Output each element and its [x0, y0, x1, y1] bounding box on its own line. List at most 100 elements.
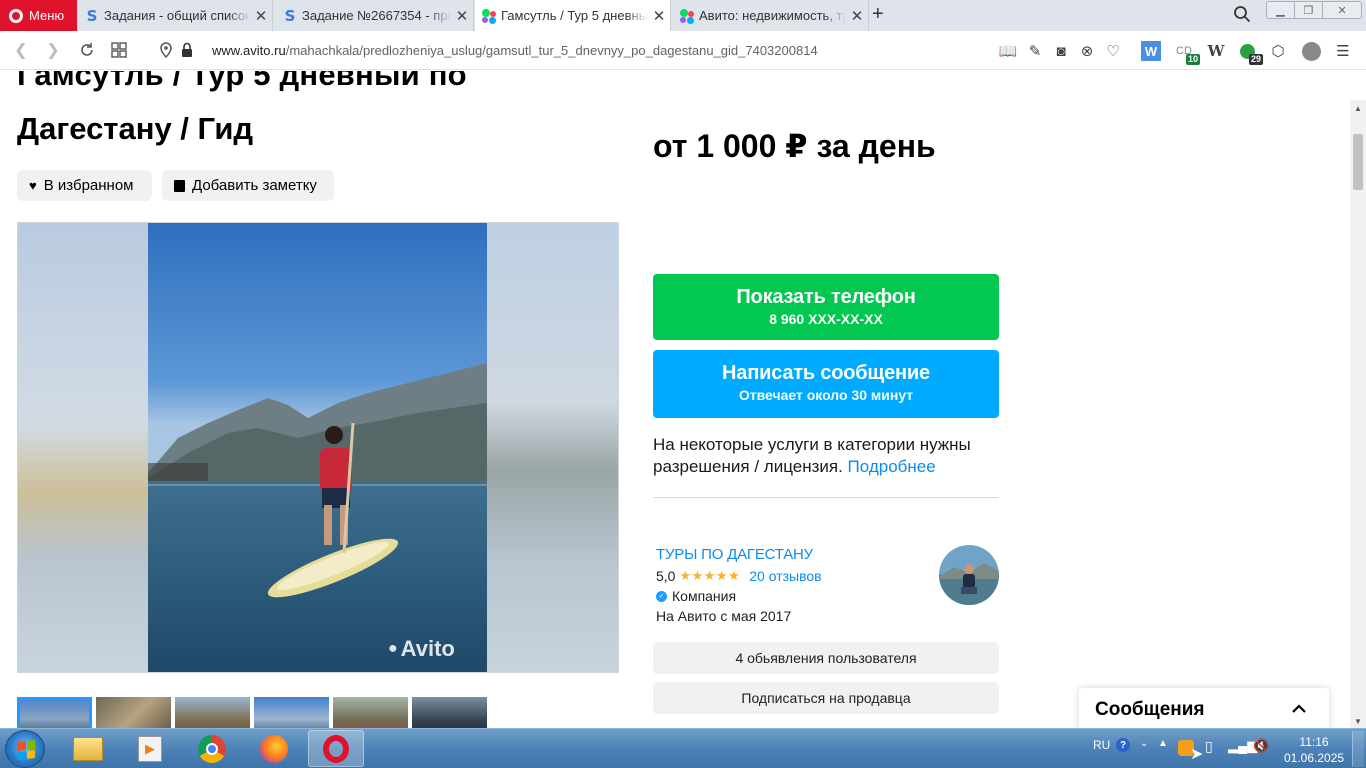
clock-time: 11:16 — [1299, 735, 1329, 749]
green-extension-icon[interactable]: 29 — [1237, 41, 1263, 65]
back-icon[interactable]: ❮ — [12, 41, 30, 59]
gallery-blur-left — [18, 223, 149, 672]
windows-logo-icon — [17, 740, 35, 760]
reviews-link[interactable]: 20 отзывов — [749, 568, 821, 584]
favorite-icon[interactable]: ♡ — [1103, 41, 1123, 61]
reply-time: Отвечает около 30 минут — [738, 387, 914, 403]
cd-extension-icon[interactable]: CD 10 — [1174, 41, 1200, 65]
thumbnail[interactable] — [333, 697, 408, 728]
opera-menu-button[interactable]: Меню — [0, 0, 77, 31]
easy-setup-icon[interactable]: ☰ — [1333, 41, 1353, 61]
language-options-icon[interactable]: ⌄ — [1140, 738, 1148, 749]
license-notice: На некоторые услуги в категории нужны ра… — [653, 434, 999, 478]
listing-title-line2: Дагестану / Гид — [17, 111, 254, 146]
scroll-thumb[interactable] — [1353, 134, 1363, 190]
subscribe-seller-button[interactable]: Подписаться на продавца — [653, 682, 999, 714]
close-tab-icon[interactable]: ✕ — [250, 7, 272, 25]
adblock-icon[interactable]: ⊗ — [1077, 41, 1097, 61]
avito-icon — [679, 8, 695, 24]
tab-tasks-list[interactable]: S Задания - общий список з ✕ — [78, 0, 273, 31]
wikipedia-icon[interactable]: W — [1206, 41, 1226, 61]
favorites-label: В избранном — [43, 177, 134, 194]
scroll-up-icon[interactable]: ▲ — [1354, 104, 1362, 113]
cube-icon[interactable]: ⬡ — [1268, 41, 1288, 61]
photo-gallery[interactable]: ● Avito — [17, 222, 619, 673]
forward-icon[interactable]: ❯ — [44, 41, 62, 59]
language-indicator[interactable]: RU — [1093, 738, 1110, 752]
reader-icon[interactable]: 📖 — [998, 41, 1018, 61]
sp-icon: S — [86, 6, 98, 25]
minimize-icon[interactable]: ▁ — [1267, 2, 1296, 18]
firefox-taskbar-button[interactable] — [246, 730, 302, 767]
mouse-cursor-icon: ➤ — [1190, 746, 1204, 763]
seller-since: На Авито с мая 2017 — [656, 608, 792, 624]
url-field[interactable]: www.avito.ru/mahachkala/predlozheniya_us… — [212, 43, 818, 58]
seller-rating: 5,0 ★★★★★ 20 отзывов — [656, 568, 822, 584]
media-player-taskbar-button[interactable]: ▶ — [122, 730, 178, 767]
volume-muted-icon[interactable]: 🔇 — [1253, 738, 1269, 754]
thumbnail[interactable] — [17, 697, 92, 728]
explorer-taskbar-button[interactable] — [60, 730, 116, 767]
new-tab-icon[interactable]: + — [872, 3, 884, 26]
menu-label: Меню — [29, 8, 65, 23]
tab-task-2667354[interactable]: S Задание №2667354 - про ✕ — [276, 0, 474, 31]
tab-avito-home[interactable]: Авито: недвижимость, тра ✕ — [673, 0, 869, 31]
main-photo[interactable] — [148, 223, 487, 673]
seller-type-label: Компания — [672, 588, 737, 604]
camera-icon[interactable]: ◙ — [1051, 41, 1071, 61]
verified-icon: ✓ — [656, 590, 667, 602]
scroll-down-icon[interactable]: ▼ — [1354, 717, 1362, 726]
taskbar-clock[interactable]: 11:16 01.06.2025 — [1284, 734, 1344, 766]
write-message-button[interactable]: Написать сообщение Отвечает около 30 мин… — [653, 350, 999, 418]
folder-icon — [73, 736, 103, 761]
watermark-text: Avito — [400, 636, 455, 661]
license-more-link[interactable]: Подробнее — [848, 457, 936, 476]
page-scrollbar[interactable]: ▲ ▼ — [1350, 100, 1366, 728]
note-icon — [174, 179, 185, 192]
chrome-taskbar-button[interactable] — [184, 730, 240, 767]
device-icon[interactable]: ▯ — [1205, 738, 1213, 755]
word-extension-icon[interactable]: W — [1141, 41, 1161, 61]
avito-logo-icon: ● — [388, 640, 398, 657]
lock-icon[interactable] — [178, 41, 196, 59]
firefox-icon — [260, 734, 288, 763]
thumbnail[interactable] — [412, 697, 487, 728]
add-to-favorites-button[interactable]: ♥ В избранном — [17, 170, 152, 201]
close-tab-icon[interactable]: ✕ — [846, 7, 868, 25]
search-tabs-icon[interactable] — [1233, 5, 1251, 23]
maximize-icon[interactable]: ❐ — [1295, 2, 1324, 18]
show-phone-button[interactable]: Показать телефон 8 960 XXX-XX-XX — [653, 274, 999, 340]
opera-icon — [323, 734, 349, 763]
tab-title: Авито: недвижимость, тра — [699, 8, 846, 23]
show-hidden-icons-icon[interactable]: ▲ — [1158, 738, 1168, 749]
opera-taskbar-button[interactable] — [308, 730, 364, 767]
seller-name-link[interactable]: Туры по Дагестану — [656, 546, 813, 563]
tab-title: Задания - общий список з — [104, 8, 250, 23]
chrome-icon — [198, 734, 226, 763]
url-host: www.avito.ru — [212, 43, 286, 58]
show-desktop-button[interactable] — [1352, 731, 1364, 767]
chevron-up-icon[interactable] — [1291, 701, 1307, 717]
tab-gamsutl[interactable]: Гамсутль / Тур 5 дневный ✕ — [475, 0, 671, 31]
close-window-icon[interactable]: ✕ — [1323, 2, 1361, 18]
seller-ads-button[interactable]: 4 обьявления пользователя — [653, 642, 999, 674]
speed-dial-icon[interactable] — [110, 41, 128, 59]
reload-icon[interactable] — [78, 41, 96, 59]
profile-icon[interactable] — [1301, 41, 1321, 61]
close-tab-icon[interactable]: ✕ — [648, 7, 670, 25]
edit-icon[interactable]: ✎ — [1025, 41, 1045, 61]
thumbnail[interactable] — [254, 697, 329, 728]
thumbnail[interactable] — [175, 697, 250, 728]
start-button[interactable] — [5, 730, 45, 768]
listing-price: от 1 000 ₽ за день — [653, 128, 936, 164]
note-label: Добавить заметку — [192, 177, 317, 194]
help-icon[interactable]: ? — [1116, 738, 1130, 752]
location-icon[interactable] — [157, 41, 175, 59]
add-note-button[interactable]: Добавить заметку — [162, 170, 334, 201]
avito-watermark: ● Avito — [388, 636, 455, 662]
thumbnail[interactable] — [96, 697, 171, 728]
seller-avatar[interactable] — [939, 545, 999, 605]
close-tab-icon[interactable]: ✕ — [451, 7, 473, 25]
browser-tab-bar: Меню S Задания - общий список з ✕ S Зада… — [0, 0, 1366, 31]
messages-widget[interactable]: Сообщения — [1079, 688, 1329, 728]
